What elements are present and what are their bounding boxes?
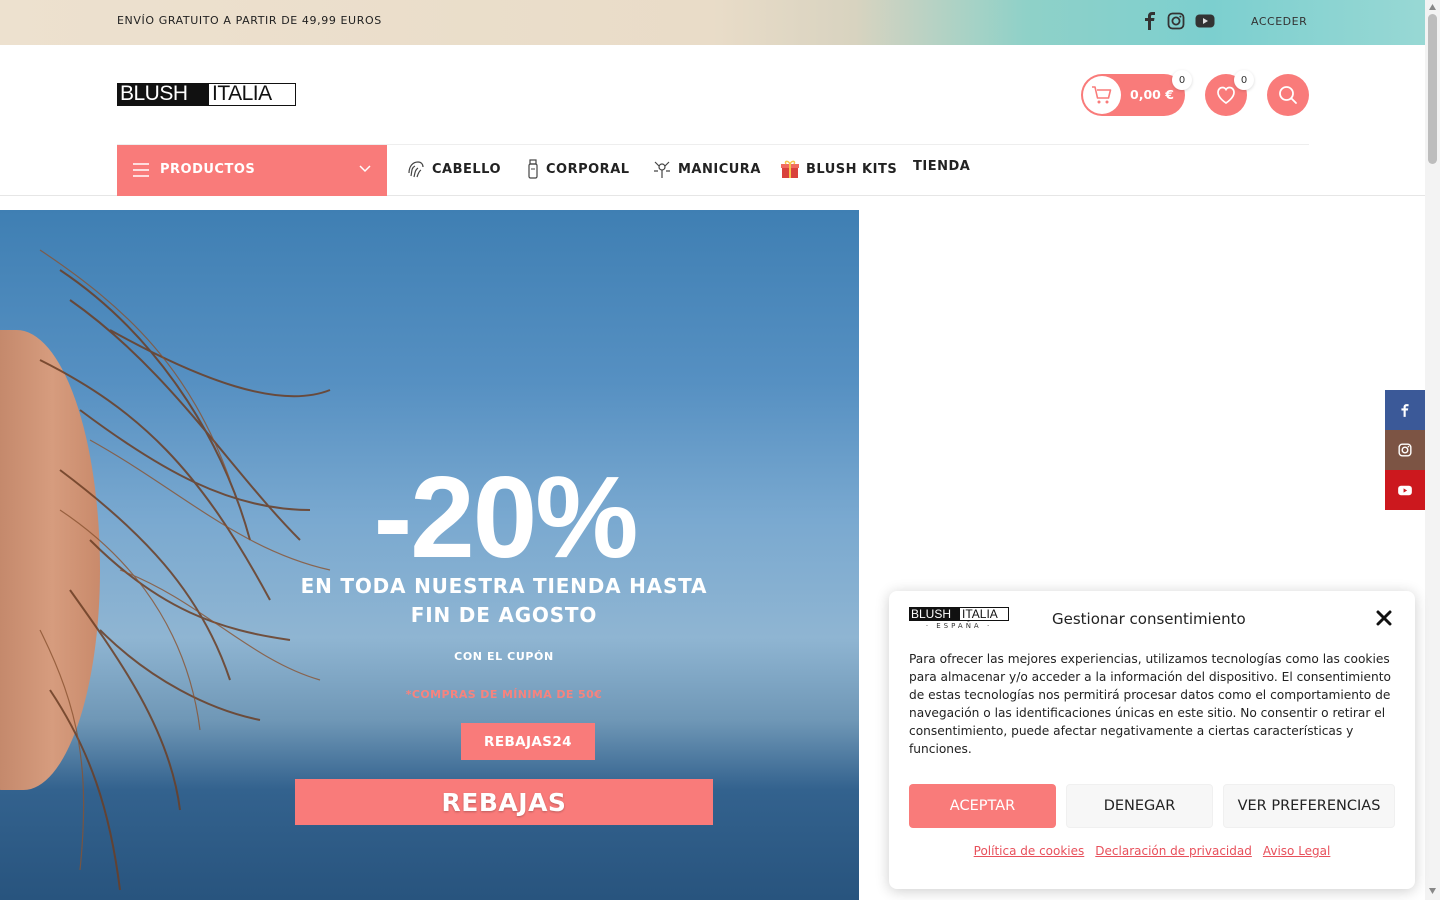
manicure-icon xyxy=(654,161,670,178)
cookie-logo-italia: ITALIA xyxy=(962,607,998,621)
privacy-statement-link[interactable]: Declaración de privacidad xyxy=(1095,844,1252,858)
free-shipping-promo: ENVÍO GRATUITO A PARTIR DE 49,99 EUROS xyxy=(117,14,382,27)
page-scrollbar[interactable] xyxy=(1425,0,1440,900)
floating-facebook-button[interactable] xyxy=(1385,390,1425,430)
nav-item-label: CORPORAL xyxy=(546,161,630,177)
nav-item-corporal[interactable]: CORPORAL xyxy=(526,159,630,179)
topbar-social xyxy=(1143,12,1215,30)
bottle-icon xyxy=(528,159,538,179)
cookie-policy-links: Política de cookies Declaración de priva… xyxy=(889,844,1415,858)
products-menu-label: PRODUCTOS xyxy=(160,162,256,177)
products-menu-button[interactable]: PRODUCTOS xyxy=(117,145,387,196)
nav-item-label: CABELLO xyxy=(432,161,502,177)
floating-instagram-button[interactable] xyxy=(1385,430,1425,470)
nav-item-blush-kits[interactable]: BLUSH KITS xyxy=(780,159,897,179)
nav-item-label: TIENDA xyxy=(913,159,971,174)
youtube-icon[interactable] xyxy=(1195,12,1215,30)
cart-button[interactable]: 0,00 € xyxy=(1081,74,1185,116)
nav-item-label: MANICURA xyxy=(678,161,761,177)
menu-icon xyxy=(133,163,149,177)
cookie-consent-dialog: BLUSH ITALIA · ESPAÑA · Gestionar consen… xyxy=(889,591,1415,889)
nav-item-cabello[interactable]: CABELLO xyxy=(406,159,501,179)
scroll-up-arrow-icon[interactable] xyxy=(1428,3,1437,11)
cookie-description: Para ofrecer las mejores experiencias, u… xyxy=(909,652,1391,756)
hero-discount: -20% xyxy=(373,452,639,582)
floating-youtube-button[interactable] xyxy=(1385,470,1425,510)
wishlist-count-badge: 0 xyxy=(1234,70,1254,90)
cookie-policy-link[interactable]: Política de cookies xyxy=(974,844,1085,858)
accept-cookies-button[interactable]: ACEPTAR xyxy=(909,784,1056,828)
facebook-icon xyxy=(1401,403,1409,417)
close-icon[interactable] xyxy=(1376,610,1392,626)
search-button[interactable] xyxy=(1267,74,1309,116)
cart-icon xyxy=(1083,76,1121,114)
logo-text-italia: ITALIA xyxy=(212,82,272,105)
legal-notice-link[interactable]: Aviso Legal xyxy=(1263,844,1331,858)
instagram-icon[interactable] xyxy=(1167,12,1185,30)
cart-total: 0,00 € xyxy=(1130,87,1174,102)
facebook-icon[interactable] xyxy=(1143,12,1157,30)
coupon-code-button[interactable]: REBAJAS24 xyxy=(461,723,595,760)
cookie-logo-blush: BLUSH xyxy=(910,608,960,620)
chevron-down-icon xyxy=(359,165,371,173)
heart-icon xyxy=(1217,86,1235,105)
hero-subtitle: EN TODA NUESTRA TIENDA HASTA FIN DE AGOS… xyxy=(300,574,708,627)
nav-item-manicura[interactable]: MANICURA xyxy=(652,159,761,179)
search-icon xyxy=(1279,86,1297,104)
youtube-icon xyxy=(1398,485,1412,495)
scroll-down-arrow-icon[interactable] xyxy=(1428,887,1437,895)
view-preferences-button[interactable]: VER PREFERENCIAS xyxy=(1223,784,1395,828)
rebajas-cta-button[interactable]: REBAJAS xyxy=(295,779,713,825)
nav-item-label: BLUSH KITS xyxy=(806,161,898,177)
hero-minimum-note: *COMPRAS DE MÍNIMA DE 50€ xyxy=(405,688,603,701)
login-link[interactable]: ACCEDER xyxy=(1251,15,1307,28)
deny-cookies-button[interactable]: DENEGAR xyxy=(1066,784,1213,828)
instagram-icon xyxy=(1398,443,1412,457)
top-bar: ENVÍO GRATUITO A PARTIR DE 49,99 EUROS A… xyxy=(0,0,1425,45)
hero-banner[interactable]: -20% EN TODA NUESTRA TIENDA HASTA FIN DE… xyxy=(0,210,859,900)
cookie-logo-subtitle: · ESPAÑA · xyxy=(925,622,993,630)
cookie-title: Gestionar consentimiento xyxy=(1052,610,1246,628)
hero-coupon-label: CON EL CUPÓN xyxy=(454,650,554,663)
logo-text-blush: BLUSH xyxy=(118,83,209,105)
cart-count-badge: 0 xyxy=(1172,70,1192,90)
scrollbar-thumb[interactable] xyxy=(1428,14,1437,164)
hair-icon xyxy=(408,161,424,178)
nav-item-tienda[interactable]: TIENDA xyxy=(913,159,970,174)
gift-icon xyxy=(781,160,799,178)
site-logo[interactable]: BLUSH ITALIA xyxy=(117,83,296,106)
page: ENVÍO GRATUITO A PARTIR DE 49,99 EUROS A… xyxy=(0,0,1440,900)
cookie-logo: BLUSH ITALIA · ESPAÑA · xyxy=(909,607,1009,630)
